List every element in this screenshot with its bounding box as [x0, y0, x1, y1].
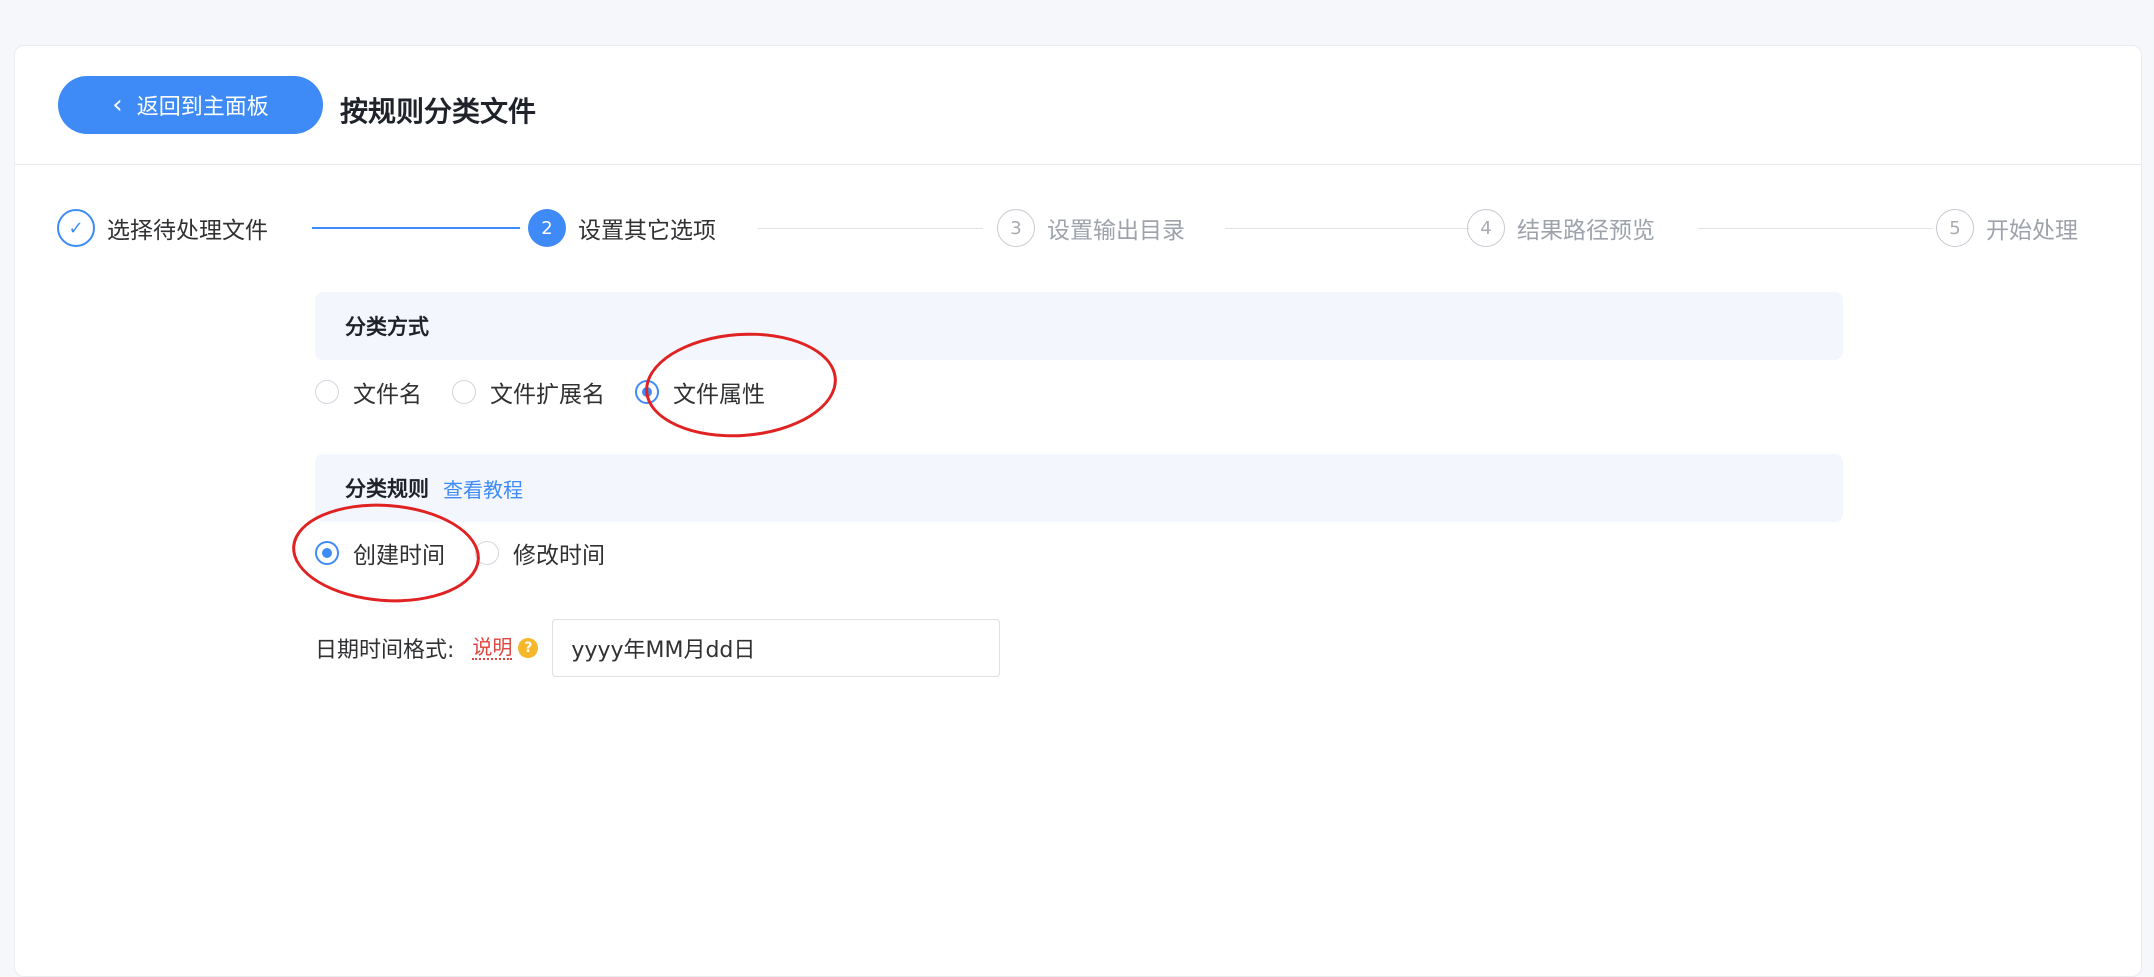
step-other-options[interactable]: 2 设置其它选项	[528, 206, 716, 250]
step-connector	[312, 227, 520, 229]
step-label: 结果路径预览	[1517, 218, 1655, 244]
step-label: 设置其它选项	[578, 218, 716, 244]
radio-file-extension[interactable]: 文件扩展名	[452, 375, 605, 409]
radio-created-time[interactable]: 创建时间	[315, 536, 445, 570]
page-header: ‹ 返回到主面板 按规则分类文件	[15, 46, 2141, 165]
radio-circle	[315, 380, 339, 404]
step-number: 2	[528, 209, 566, 247]
step-connector	[1225, 228, 1470, 229]
page-title: 按规则分类文件	[340, 95, 537, 128]
classify-rule-section: 分类规则 查看教程	[315, 454, 1843, 522]
step-label: 设置输出目录	[1047, 218, 1185, 244]
view-tutorial-link[interactable]: 查看教程	[443, 474, 523, 503]
radio-label: 文件扩展名	[490, 382, 605, 408]
step-connector	[1698, 228, 1933, 229]
date-format-row: 日期时间格式: 说明 ?	[315, 619, 1001, 677]
radio-label: 文件属性	[673, 382, 765, 408]
help-icon[interactable]: ?	[518, 638, 539, 658]
back-button-label: 返回到主面板	[136, 95, 269, 120]
classify-method-section: 分类方式	[315, 292, 1843, 360]
step-number: 4	[1467, 209, 1505, 247]
radio-circle	[475, 541, 499, 565]
radio-circle-checked	[315, 541, 339, 565]
radio-circle	[452, 380, 476, 404]
radio-label: 文件名	[353, 382, 422, 408]
step-start-process[interactable]: 5 开始处理	[1936, 206, 2078, 250]
radio-label: 创建时间	[353, 543, 445, 569]
radio-label: 修改时间	[513, 543, 605, 569]
step-connector	[758, 228, 983, 229]
main-card: ‹ 返回到主面板 按规则分类文件 ✓ 选择待处理文件 2 设置其它选项 3 设置…	[14, 45, 2142, 977]
section-title: 分类规则	[345, 477, 429, 501]
classify-rule-options: 创建时间 修改时间	[315, 533, 635, 573]
back-to-dashboard-button[interactable]: ‹ 返回到主面板	[58, 76, 323, 134]
step-label: 开始处理	[1986, 218, 2078, 244]
date-format-input[interactable]	[552, 619, 1001, 677]
step-label: 选择待处理文件	[107, 218, 268, 244]
radio-filename[interactable]: 文件名	[315, 375, 422, 409]
steps-bar: ✓ 选择待处理文件 2 设置其它选项 3 设置输出目录 4 结果路径预览 5 开…	[15, 206, 2141, 250]
step-path-preview[interactable]: 4 结果路径预览	[1467, 206, 1655, 250]
date-format-label: 日期时间格式:	[315, 638, 455, 663]
radio-file-attribute[interactable]: 文件属性	[635, 375, 765, 409]
step-select-files[interactable]: ✓ 选择待处理文件	[57, 206, 268, 250]
chevron-left-icon: ‹	[112, 90, 123, 120]
format-help-link[interactable]: 说明	[472, 636, 513, 660]
step-output-dir[interactable]: 3 设置输出目录	[997, 206, 1185, 250]
radio-modified-time[interactable]: 修改时间	[475, 536, 605, 570]
section-title: 分类方式	[345, 315, 429, 339]
radio-circle-checked	[635, 380, 659, 404]
classify-method-options: 文件名 文件扩展名 文件属性	[315, 372, 795, 412]
step-number: 5	[1936, 209, 1974, 247]
step-number: 3	[997, 209, 1035, 247]
check-icon: ✓	[57, 209, 95, 247]
